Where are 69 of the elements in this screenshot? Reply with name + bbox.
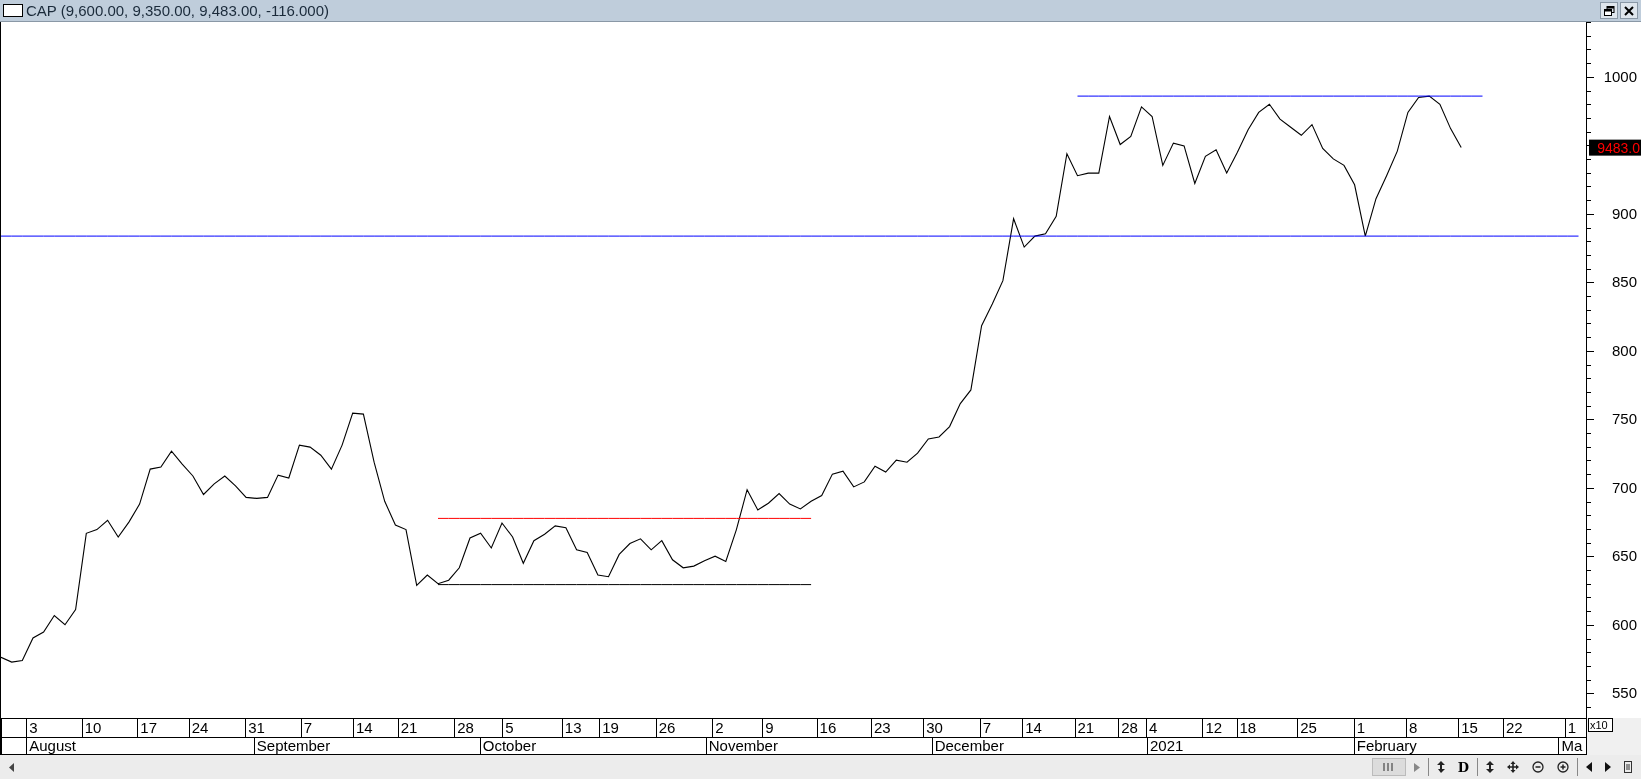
list-icon <box>1624 761 1632 773</box>
axis-label: 5 <box>505 719 514 736</box>
month-label: 2021 <box>1150 737 1184 754</box>
axis-label: 1000 <box>1603 67 1638 85</box>
axis-label: 13 <box>564 719 582 736</box>
month-label: October <box>482 737 537 754</box>
axis-label: 15 <box>1461 719 1478 736</box>
axis-label: 22 <box>1506 719 1523 736</box>
axis-label: 900 <box>1612 204 1638 222</box>
axis-label: 9 <box>765 719 774 736</box>
axis-label: 28 <box>457 719 474 736</box>
axis-label: 600 <box>1612 615 1638 633</box>
axis-label: 850 <box>1612 273 1638 291</box>
month-label: Ma <box>1561 737 1583 754</box>
axis-label: 1 <box>1567 719 1577 736</box>
axis-label: 7 <box>982 719 991 736</box>
axis-label: 12 <box>1205 719 1223 736</box>
window-icon <box>3 4 23 17</box>
axis-label: 550 <box>1612 684 1638 702</box>
close-icon <box>1624 5 1634 16</box>
month-label: September <box>256 737 331 754</box>
axis-label: 10 <box>84 719 102 736</box>
grip-icon <box>1381 762 1396 772</box>
axis-label: 14 <box>1025 719 1042 736</box>
axis-label: 21 <box>1077 719 1095 736</box>
left-arrow-icon <box>9 762 15 772</box>
zoom-in-icon <box>1557 761 1569 773</box>
axis-label: 31 <box>248 719 265 736</box>
close-button[interactable] <box>1620 2 1638 19</box>
zoom-out-icon <box>1532 761 1544 773</box>
axis-label: 21 <box>400 719 418 736</box>
axis-label: 700 <box>1612 478 1638 496</box>
price-tag: 9483.0 <box>1589 139 1641 156</box>
axis-label: 25 <box>1300 719 1317 736</box>
axis-label: 650 <box>1612 547 1638 565</box>
axis-label: 2 <box>715 719 724 736</box>
axis-label: 19 <box>602 719 619 736</box>
right-triangle-icon <box>1605 762 1611 772</box>
axis-label: 7 <box>303 719 313 736</box>
axis-label: 28 <box>1121 719 1138 736</box>
restore-button[interactable] <box>1600 2 1618 19</box>
right-arrow-icon <box>1413 762 1420 772</box>
axis-label: 30 <box>926 719 943 736</box>
axis-label: 17 <box>140 719 157 736</box>
restore-icon <box>1603 5 1615 16</box>
window-title: CAP (9,600.00, 9,350.00, 9,483.00, -116.000) <box>26 2 329 19</box>
daily-button[interactable]: D <box>1452 757 1474 777</box>
axis-label: 8 <box>1409 719 1418 736</box>
move-icon <box>1507 761 1519 773</box>
axis-label: 26 <box>658 719 676 736</box>
axis-label: 23 <box>873 719 891 736</box>
axis-label: 4 <box>1148 719 1158 736</box>
scroll-thumb[interactable] <box>1371 758 1406 776</box>
axis-label: 24 <box>191 719 209 736</box>
axis-label: 18 <box>1239 719 1257 736</box>
scale-factor-label: x10 <box>1588 718 1613 732</box>
axis-label: 800 <box>1612 341 1638 359</box>
axis-label: 3 <box>29 719 38 736</box>
month-label: August <box>29 737 76 754</box>
axis-label: 14 <box>355 719 373 736</box>
axis-label: 750 <box>1612 410 1638 428</box>
left-triangle-icon <box>1586 762 1592 772</box>
up-down-arrow-icon <box>1436 761 1445 773</box>
month-label: November <box>708 737 778 754</box>
month-label: February <box>1356 737 1417 754</box>
vertical-arrows-icon <box>1486 761 1494 773</box>
axis-label: 16 <box>819 719 837 736</box>
axis-label: 1 <box>1356 719 1366 736</box>
month-label: December <box>934 737 1004 754</box>
